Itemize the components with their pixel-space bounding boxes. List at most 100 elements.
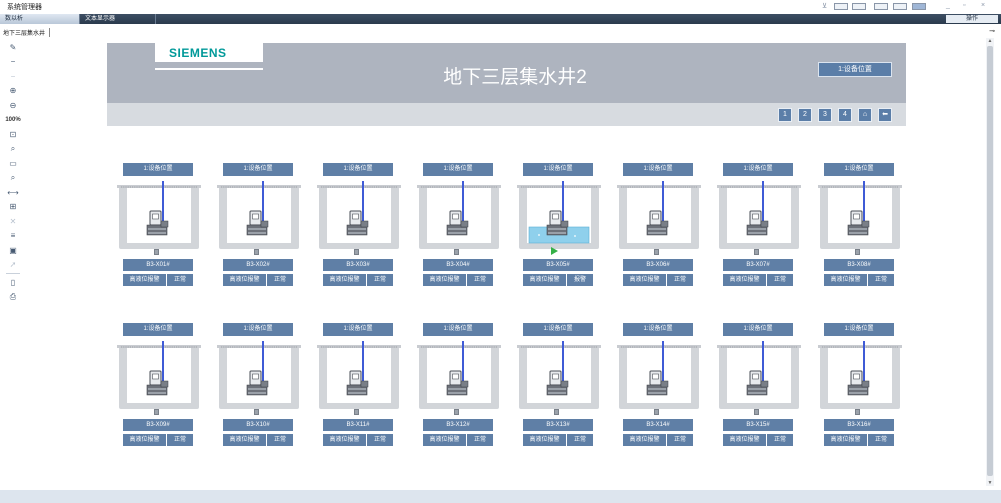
- pointer-icon[interactable]: ➚: [3, 258, 23, 273]
- layout-4-icon[interactable]: [893, 3, 907, 10]
- device-position-button[interactable]: 1:设备位置: [623, 163, 693, 176]
- device-name-button[interactable]: B3-X15#: [723, 419, 793, 431]
- sump-pit-diagram: [317, 181, 401, 249]
- device-name-button[interactable]: B3-X06#: [623, 259, 693, 271]
- pump-status-indicator: [454, 409, 459, 415]
- device-position-button[interactable]: 1:设备位置: [824, 323, 894, 336]
- sump-unit: 1:设备位置 B3-X16# 高液位报警 正常: [818, 323, 902, 453]
- device-position-button[interactable]: 1:设备位置: [423, 323, 493, 336]
- line-2-icon[interactable]: −: [3, 69, 23, 84]
- layout-5-icon[interactable]: [912, 3, 926, 10]
- device-name-button[interactable]: B3-X08#: [824, 259, 894, 271]
- device-name-button[interactable]: B3-X05#: [523, 259, 593, 271]
- fit-icon[interactable]: ⊡: [3, 127, 23, 142]
- edit-icon[interactable]: ✎: [3, 40, 23, 55]
- pin-icon[interactable]: ⊸: [989, 27, 995, 35]
- nav-page-4-button[interactable]: 4: [838, 108, 852, 122]
- device-name-button[interactable]: B3-X14#: [623, 419, 693, 431]
- device-position-button[interactable]: 1:设备位置: [223, 323, 293, 336]
- high-level-alarm-label[interactable]: 高液位报警: [623, 434, 666, 446]
- device-name-button[interactable]: B3-X04#: [423, 259, 493, 271]
- window-icon[interactable]: ▭: [3, 156, 23, 171]
- device-position-button[interactable]: 1:设备位置: [723, 323, 793, 336]
- pump-running-icon: [551, 247, 558, 255]
- vertical-scrollbar[interactable]: ▲ ▼: [986, 38, 994, 486]
- device-name-button[interactable]: B3-X02#: [223, 259, 293, 271]
- device-name-button[interactable]: B3-X10#: [223, 419, 293, 431]
- collapse-icon[interactable]: ⊻: [822, 2, 827, 10]
- device-name-button[interactable]: B3-X01#: [123, 259, 193, 271]
- back-arrow-icon: ⬅: [882, 111, 888, 118]
- zoom-area-icon[interactable]: ⌕: [3, 142, 23, 157]
- tab-data[interactable]: 数以析: [0, 14, 80, 24]
- device-position-button[interactable]: 1:设备位置: [423, 163, 493, 176]
- nav-home-button[interactable]: ⌂: [858, 108, 872, 122]
- search-icon[interactable]: ⌕: [3, 171, 23, 186]
- select-icon[interactable]: ▣: [3, 243, 23, 258]
- restore-icon[interactable]: ▫: [963, 2, 965, 9]
- device-name-button[interactable]: B3-X11#: [323, 419, 393, 431]
- line-icon[interactable]: −: [3, 55, 23, 70]
- device-position-button[interactable]: 1:设备位置: [824, 163, 894, 176]
- device-name-button[interactable]: B3-X09#: [123, 419, 193, 431]
- nav-page-2-button[interactable]: 2: [798, 108, 812, 122]
- device-name-button[interactable]: B3-X16#: [824, 419, 894, 431]
- sump-pit-diagram: [217, 341, 301, 409]
- close-icon[interactable]: ×: [981, 2, 985, 9]
- high-level-alarm-label[interactable]: 高液位报警: [723, 434, 766, 446]
- high-level-alarm-label[interactable]: 高液位报警: [423, 434, 466, 446]
- high-level-alarm-label[interactable]: 高液位报警: [123, 274, 166, 286]
- layout-3-icon[interactable]: [874, 3, 888, 10]
- zoom-in-icon[interactable]: ⊕: [3, 84, 23, 99]
- layout-1-icon[interactable]: [834, 3, 848, 10]
- device-position-button[interactable]: 1:设备位置: [323, 323, 393, 336]
- header-device-position-button[interactable]: 1:设备位置: [818, 62, 892, 77]
- device-position-button[interactable]: 1:设备位置: [323, 163, 393, 176]
- sump-pit-diagram: [818, 181, 902, 249]
- nav-page-3-button[interactable]: 3: [818, 108, 832, 122]
- cross-icon[interactable]: ✕: [3, 214, 23, 229]
- scroll-thumb[interactable]: [987, 46, 993, 476]
- sub-tab-sump[interactable]: 地下三层集水井: [3, 28, 51, 37]
- scroll-up-icon[interactable]: ▲: [986, 38, 994, 44]
- device-position-button[interactable]: 1:设备位置: [123, 163, 193, 176]
- high-level-alarm-label[interactable]: 高液位报警: [723, 274, 766, 286]
- menu-icon[interactable]: ≡: [3, 229, 23, 244]
- high-level-alarm-label[interactable]: 高液位报警: [323, 434, 366, 446]
- high-level-alarm-label[interactable]: 高液位报警: [523, 434, 566, 446]
- high-level-alarm-label[interactable]: 高液位报警: [824, 434, 867, 446]
- device-name-button[interactable]: B3-X07#: [723, 259, 793, 271]
- device-position-button[interactable]: 1:设备位置: [723, 163, 793, 176]
- nav-back-button[interactable]: ⬅: [878, 108, 892, 122]
- nav-page-1-button[interactable]: 1: [778, 108, 792, 122]
- device-position-button[interactable]: 1:设备位置: [223, 163, 293, 176]
- high-level-alarm-label[interactable]: 高液位报警: [223, 274, 266, 286]
- high-level-alarm-label[interactable]: 高液位报警: [223, 434, 266, 446]
- zoom-out-icon[interactable]: ⊖: [3, 98, 23, 113]
- tab-text-display[interactable]: 文本显示器: [80, 14, 156, 24]
- page-icon[interactable]: ▯: [3, 275, 23, 290]
- high-level-alarm-label[interactable]: 高液位报警: [523, 274, 566, 286]
- grid-icon[interactable]: ⊞: [3, 200, 23, 215]
- minimize-icon[interactable]: _: [946, 2, 950, 9]
- device-position-button[interactable]: 1:设备位置: [523, 323, 593, 336]
- device-name-button[interactable]: B3-X13#: [523, 419, 593, 431]
- device-position-button[interactable]: 1:设备位置: [123, 323, 193, 336]
- device-name-button[interactable]: B3-X12#: [423, 419, 493, 431]
- high-level-alarm-label[interactable]: 高液位报警: [423, 274, 466, 286]
- high-level-alarm-label[interactable]: 高液位报警: [824, 274, 867, 286]
- device-position-button[interactable]: 1:设备位置: [523, 163, 593, 176]
- print-icon[interactable]: ⎙: [3, 290, 23, 305]
- high-level-alarm-label[interactable]: 高液位报警: [123, 434, 166, 446]
- scroll-down-icon[interactable]: ▼: [986, 480, 994, 486]
- operation-label[interactable]: 操作: [946, 15, 998, 23]
- fit-width-icon[interactable]: ⟷: [3, 185, 23, 200]
- zoom-100-label[interactable]: 100%: [3, 113, 23, 128]
- layout-2-icon[interactable]: [852, 3, 866, 10]
- high-level-alarm-label[interactable]: 高液位报警: [323, 274, 366, 286]
- sump-unit: 1:设备位置 B3-X08# 高液位报警 正常: [818, 163, 902, 293]
- device-position-button[interactable]: 1:设备位置: [623, 323, 693, 336]
- high-level-alarm-label[interactable]: 高液位报警: [623, 274, 666, 286]
- device-name-button[interactable]: B3-X03#: [323, 259, 393, 271]
- pump-status-indicator: [855, 409, 860, 415]
